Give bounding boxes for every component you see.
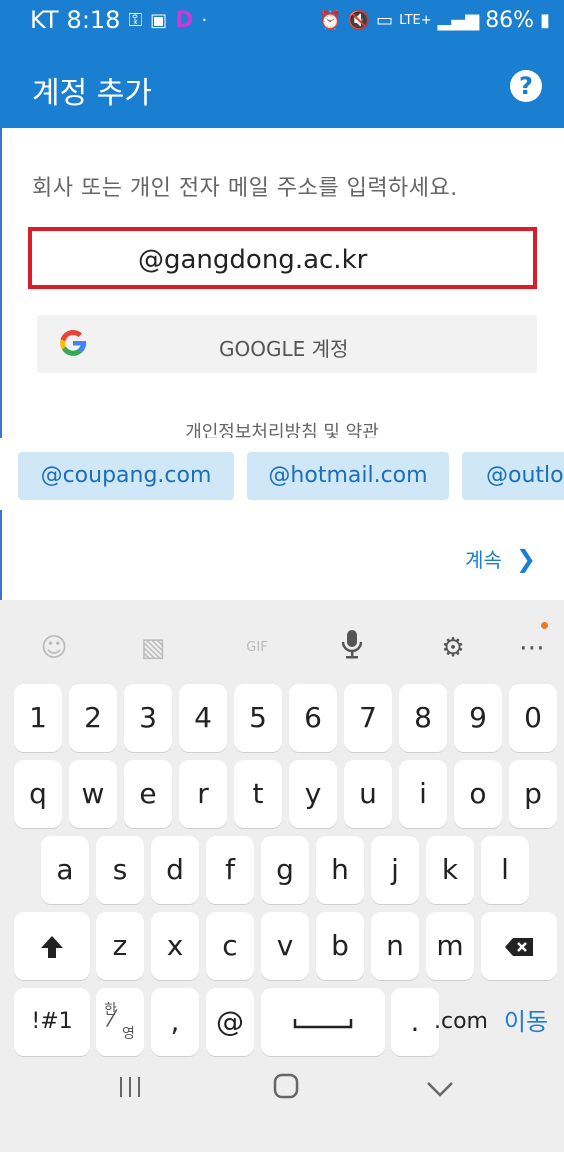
dotcom-key[interactable]: .com — [433, 988, 489, 1056]
home-button[interactable] — [272, 1072, 300, 1108]
key-e[interactable]: e — [124, 760, 172, 828]
status-left: KT 8:18 ⚿ ▣ D · — [30, 6, 207, 34]
more-dot-icon: · — [201, 9, 208, 31]
key-h[interactable]: h — [316, 836, 364, 904]
continue-button[interactable]: 계속 ❯ — [465, 544, 536, 573]
recent-apps-button[interactable] — [117, 1072, 143, 1107]
gif-button[interactable]: GIF — [237, 628, 277, 668]
key-c[interactable]: c — [206, 912, 254, 980]
key-8[interactable]: 8 — [399, 684, 447, 752]
signal-icon: ▂▄▆ — [437, 10, 480, 31]
image-search-icon: ▣ — [150, 9, 168, 31]
shift-key[interactable] — [14, 912, 90, 980]
comma-key[interactable]: , — [151, 988, 199, 1056]
go-key[interactable]: 이동 — [495, 988, 557, 1056]
key-1[interactable]: 1 — [14, 684, 62, 752]
language-key[interactable]: 한 ⁄ 영 — [96, 988, 144, 1056]
privacy-link[interactable]: 개인정보처리방침 및 약관 — [0, 418, 564, 440]
key-j[interactable]: j — [371, 836, 419, 904]
continue-label: 계속 — [465, 548, 502, 572]
key-r[interactable]: r — [179, 760, 227, 828]
suggestion-chip[interactable]: @coupang.com — [18, 452, 234, 500]
microphone-icon[interactable] — [332, 628, 372, 668]
key-g[interactable]: g — [261, 836, 309, 904]
chevron-right-icon: ❯ — [515, 544, 536, 573]
key-p[interactable]: p — [509, 760, 557, 828]
key-x[interactable]: x — [151, 912, 199, 980]
page-title: 계정 추가 — [32, 76, 152, 111]
email-field[interactable]: @gangdong.ac.kr — [28, 227, 537, 289]
alarm-icon: ⏰ — [319, 10, 342, 31]
slash-glyph: ⁄ — [110, 1007, 114, 1032]
key-6[interactable]: 6 — [289, 684, 337, 752]
google-account-label: GOOGLE 계정 — [219, 337, 349, 361]
suggestion-chip[interactable]: @hotmail.com — [247, 452, 449, 500]
backspace-key[interactable] — [481, 912, 557, 980]
key-w[interactable]: w — [69, 760, 117, 828]
key-t[interactable]: t — [234, 760, 282, 828]
key-3[interactable]: 3 — [124, 684, 172, 752]
key-d[interactable]: d — [151, 836, 199, 904]
email-prompt: 회사 또는 개인 전자 메일 주소를 입력하세요. — [32, 176, 458, 201]
key-k[interactable]: k — [426, 836, 474, 904]
key-0[interactable]: 0 — [509, 684, 557, 752]
app-bar: 계정 추가 ? — [0, 44, 564, 128]
status-bar: KT 8:18 ⚿ ▣ D · ⏰ 🔇 ▭ LTE+ ▂▄▆ 86% ▮ — [0, 0, 564, 44]
key-u[interactable]: u — [344, 760, 392, 828]
key-b[interactable]: b — [316, 912, 364, 980]
key-9[interactable]: 9 — [454, 684, 502, 752]
key-icon: ⚿ — [128, 9, 143, 31]
google-account-button[interactable]: GOOGLE 계정 — [37, 315, 537, 373]
key-4[interactable]: 4 — [179, 684, 227, 752]
key-n[interactable]: n — [371, 912, 419, 980]
keyboard: ☺ ▧ GIF ⚙ ⋯ 1 2 3 4 5 6 7 8 9 0 q w e r … — [0, 600, 564, 1152]
key-i[interactable]: i — [399, 760, 447, 828]
symbols-key[interactable]: !#1 — [14, 988, 90, 1056]
hd-icon: ▭ — [376, 10, 394, 31]
emoji-icon[interactable]: ☺ — [34, 628, 74, 668]
carrier: KT — [30, 6, 59, 34]
key-o[interactable]: o — [454, 760, 502, 828]
battery-percent: 86% — [485, 8, 535, 33]
lte-indicator: LTE+ — [399, 13, 432, 28]
key-m[interactable]: m — [426, 912, 474, 980]
mute-icon: 🔇 — [347, 10, 371, 31]
key-2[interactable]: 2 — [69, 684, 117, 752]
key-y[interactable]: y — [289, 760, 337, 828]
suggestion-chip[interactable]: @outlo — [462, 452, 564, 500]
clock: 8:18 — [66, 6, 121, 34]
sticker-icon[interactable]: ▧ — [133, 628, 173, 668]
language-key-bottom: 영 — [122, 1026, 135, 1042]
space-key[interactable] — [261, 988, 385, 1056]
period-key[interactable]: . — [391, 988, 439, 1056]
key-q[interactable]: q — [14, 760, 62, 828]
key-v[interactable]: v — [261, 912, 309, 980]
domain-suggestions: @coupang.com @hotmail.com @outlo — [0, 438, 564, 510]
email-field-value: @gangdong.ac.kr — [138, 245, 368, 275]
key-l[interactable]: l — [481, 836, 529, 904]
key-z[interactable]: z — [96, 912, 144, 980]
battery-charging-icon: ▮ — [540, 10, 550, 31]
google-logo-icon — [57, 327, 89, 367]
key-7[interactable]: 7 — [344, 684, 392, 752]
settings-icon[interactable]: ⚙ — [433, 628, 473, 668]
status-right: ⏰ 🔇 ▭ LTE+ ▂▄▆ 86% ▮ — [319, 8, 550, 33]
back-button[interactable] — [426, 1072, 454, 1107]
key-5[interactable]: 5 — [234, 684, 282, 752]
more-options-icon[interactable]: ⋯ — [512, 622, 552, 668]
key-s[interactable]: s — [96, 836, 144, 904]
key-f[interactable]: f — [206, 836, 254, 904]
key-a[interactable]: a — [41, 836, 89, 904]
help-button[interactable]: ? — [510, 70, 542, 102]
app-d-icon: D — [175, 7, 194, 33]
at-key[interactable]: @ — [206, 988, 254, 1056]
